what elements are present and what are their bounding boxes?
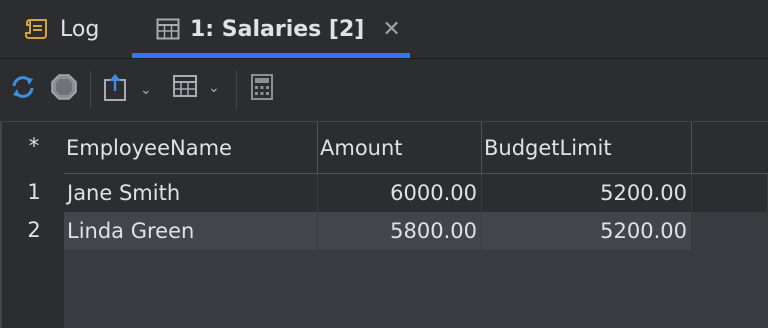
calculator-icon[interactable] (250, 73, 274, 101)
table-cell[interactable]: 5200.00 (482, 212, 692, 250)
row-filler (692, 212, 768, 250)
table-cell[interactable]: 5200.00 (482, 174, 692, 212)
toolbar-separator (236, 71, 237, 109)
toolbar: ⌄ ⌄ (0, 59, 768, 121)
tab-bar: Log 1: Salaries [2] ✕ (0, 0, 768, 59)
table-cell[interactable]: 5800.00 (318, 212, 482, 250)
column-header-amount[interactable]: Amount (318, 122, 482, 174)
active-tab-indicator (132, 53, 410, 58)
chevron-down-icon[interactable]: ⌄ (140, 82, 152, 98)
column-header-employeename[interactable]: EmployeeName (64, 122, 318, 174)
column-header-budgetlimit[interactable]: BudgetLimit (482, 122, 692, 174)
export-icon (102, 73, 130, 107)
grid-view-icon (172, 73, 198, 103)
tab-salaries[interactable]: 1: Salaries [2] ✕ (132, 0, 410, 58)
refresh-icon[interactable] (10, 73, 36, 101)
row-number-gutter: * 1 2 (0, 122, 64, 328)
grid-body: EmployeeName Amount BudgetLimit Jane Smi… (64, 122, 768, 328)
stop-icon[interactable] (50, 73, 78, 101)
select-all-corner[interactable]: * (2, 134, 66, 158)
tab-salaries-label: 1: Salaries [2] (190, 16, 365, 42)
column-header-empty (692, 122, 768, 174)
results-grid: * 1 2 EmployeeName Amount BudgetLimit Ja… (0, 121, 768, 328)
table-icon (156, 18, 180, 40)
chevron-down-icon[interactable]: ⌄ (208, 80, 220, 96)
row-filler (692, 174, 768, 212)
table-cell[interactable]: Jane Smith (64, 174, 318, 212)
close-icon[interactable]: ✕ (382, 17, 400, 42)
row-number[interactable]: 1 (2, 180, 66, 204)
view-mode-button[interactable]: ⌄ (172, 73, 220, 103)
toolbar-separator (90, 71, 91, 109)
scroll-icon (24, 17, 50, 41)
row-number[interactable]: 2 (2, 218, 66, 242)
grid-empty-area (64, 250, 768, 328)
tab-log[interactable]: Log (24, 0, 99, 58)
table-cell[interactable]: 6000.00 (318, 174, 482, 212)
tab-log-label: Log (60, 16, 100, 42)
table-cell[interactable]: Linda Green (64, 212, 318, 250)
export-button[interactable]: ⌄ (102, 73, 152, 107)
